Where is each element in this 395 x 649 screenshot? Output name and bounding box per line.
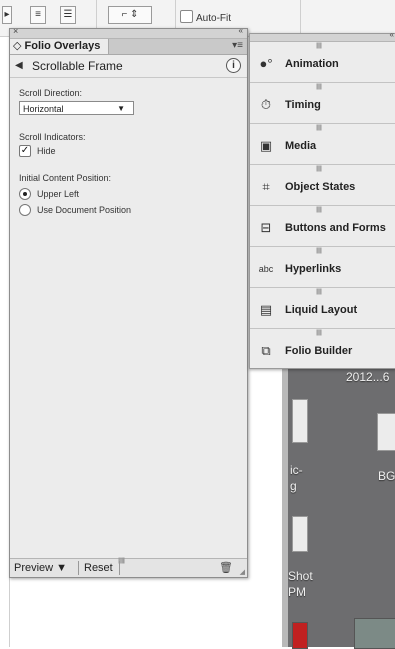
object-states-icon: ⌗ [262,179,270,194]
folio-builder-icon: ⧉ [261,343,271,358]
scroll-direction-label: Scroll Direction: [19,88,83,98]
liquid-layout-icon: ▤ [259,302,273,317]
initial-position-label: Initial Content Position: [19,173,112,183]
dock-item-label: Object States [285,181,356,193]
dock-grip-icon[interactable]: ||||||||| [316,166,322,172]
footer-divider [78,561,79,575]
dock-item-object-states[interactable]: ||||||||| ⌗ Object States [250,165,395,206]
desktop-file-label: BG [378,469,395,483]
file-thumbnail[interactable] [292,622,308,649]
frame-header: ◀ Scrollable Frame i [10,55,247,78]
resize-grip-icon[interactable]: ◢ [240,568,245,576]
dock-item-hyperlinks[interactable]: ||||||||| abc Hyperlinks [250,247,395,288]
dock-item-animation[interactable]: ||||||||| ●° Animation [250,42,395,83]
scroll-indicators-label: Scroll Indicators: [19,132,86,142]
desktop-file-label: 2012...6 [346,370,390,384]
dock-item-label: Liquid Layout [285,304,358,316]
dock-item-label: Timing [285,99,321,111]
panel-footer: Preview ▼ Reset ||||||||||| 🗑 ◢ [10,558,247,577]
dropdown-arrow-icon: ▼ [117,104,125,113]
hyperlinks-icon: abc [258,264,274,274]
dock-item-liquid-layout[interactable]: ||||||||| ▤ Liquid Layout [250,288,395,329]
dock-item-timing[interactable]: ||||||||| ⏱ Timing [250,83,395,124]
dock-grip-icon[interactable]: ||||||||| [316,125,322,131]
desktop-file-label: PM [288,585,306,599]
align-icon[interactable]: ≡ [30,6,46,24]
preview-button[interactable]: Preview ▼ [14,562,67,574]
close-icon[interactable]: × [13,26,18,36]
panel-tabbar: ◇ Folio Overlays ▾≡ [10,39,247,55]
dock-item-media[interactable]: ||||||||| ▣ Media [250,124,395,165]
dock-item-label: Media [285,140,317,152]
info-icon[interactable]: i [226,58,241,73]
desktop-file-label: Shot [288,569,313,583]
reset-button[interactable]: Reset [84,562,113,574]
frame-title: Scrollable Frame [32,59,123,73]
dock-item-label: Folio Builder [285,345,353,357]
dock-item-label: Buttons and Forms [285,222,386,234]
photo-thumbnail[interactable] [354,618,395,649]
desktop-file-label: ic- [290,463,303,477]
autofit-label: Auto-Fit [196,13,232,24]
use-document-position-radio[interactable] [19,204,31,216]
dock-item-buttons-and-forms[interactable]: ||||||||| ⊟ Buttons and Forms [250,206,395,247]
upper-left-label: Upper Left [37,189,80,199]
stepper-control[interactable]: ⌐ ⇕ [108,6,152,24]
animation-icon: ●° [259,56,273,71]
hide-label: Hide [37,146,56,156]
buttons-and-forms-icon: ⊟ [260,220,272,235]
back-arrow-icon[interactable]: ◀ [15,60,23,71]
dock-grip-icon[interactable]: ||||||||| [316,43,322,49]
window-edge [282,366,288,647]
hide-checkbox[interactable]: ✓ [19,145,31,157]
dock-item-label: Hyperlinks [285,263,342,275]
panel-titlebar[interactable]: × « [10,26,247,39]
desktop-file-label: g [290,479,297,493]
folio-overlays-panel: × « ◇ Folio Overlays ▾≡ ◀ Scrollable Fra… [9,26,248,578]
checkbox-icon [180,10,193,23]
toolbar-arrow-button[interactable]: ▸ [2,6,12,24]
panel-menu-icon[interactable]: ▾≡ [232,40,243,51]
tab-folio-overlays[interactable]: ◇ Folio Overlays [10,39,110,54]
file-thumbnail[interactable] [377,413,395,451]
file-thumbnail[interactable] [292,399,308,443]
dock-grip-icon[interactable]: ||||||||| [316,207,322,213]
panel-dock: « ||||||||| ●° Animation ||||||||| ⏱ Tim… [249,30,395,369]
desktop-area: 2012...6 BG ic- g Shot PM [282,366,395,649]
upper-left-radio[interactable] [19,188,31,200]
dock-item-label: Animation [285,58,339,70]
toolbar-divider [300,0,301,36]
file-thumbnail[interactable] [292,516,308,552]
expand-icon[interactable]: « [390,30,394,39]
dock-grip-icon[interactable]: ||||||||| [316,84,322,90]
collapse-icon[interactable]: « [239,26,243,35]
trash-icon[interactable]: 🗑 [219,561,233,574]
dock-grip-icon[interactable]: ||||||||| [316,289,322,295]
panel-grip-icon[interactable]: ||||||||||| [118,558,125,564]
dock-titlebar[interactable]: « [250,30,395,42]
scroll-direction-select[interactable]: Horizontal ▼ [19,101,134,115]
media-icon: ▣ [259,138,273,153]
use-document-position-label: Use Document Position [37,205,132,215]
dock-item-folio-builder[interactable]: ||||||||| ⧉ Folio Builder [250,329,395,369]
align-justify-icon[interactable]: ☰ [60,6,76,24]
dock-grip-icon[interactable]: ||||||||| [316,330,322,336]
timing-icon: ⏱ [260,97,272,112]
scroll-direction-value: Horizontal [23,104,64,114]
autofit-checkbox[interactable]: Auto-Fit [180,10,231,24]
dock-grip-icon[interactable]: ||||||||| [316,248,322,254]
